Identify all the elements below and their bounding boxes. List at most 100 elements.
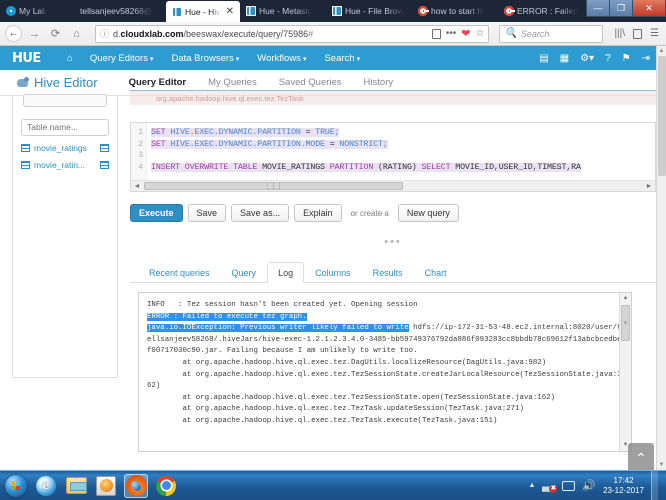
log-stack-line: at org.apache.hadoop.hive.ql.exec.tez.Te… — [147, 370, 622, 391]
tab-query-editor[interactable]: Query Editor — [118, 77, 198, 88]
tab-columns[interactable]: Columns — [304, 262, 362, 283]
nav-query-editors[interactable]: Query Editors ▾ — [81, 53, 163, 64]
library-icon[interactable]: |||\ — [614, 28, 625, 39]
minimize-button[interactable]: — — [586, 0, 610, 17]
scrollbar-thumb[interactable]: ⋮⋮⋮ — [144, 182, 403, 190]
jobs-icon[interactable]: ▦ — [560, 53, 569, 64]
chrome-icon — [156, 475, 176, 496]
nav-workflows[interactable]: Workflows ▾ — [248, 53, 315, 64]
log-line-error: ERROR : Failed to execute tez graph. — [147, 312, 307, 321]
tab-recent-queries[interactable]: Recent queries — [138, 262, 221, 283]
scrollbar-thumb[interactable]: ≡ — [621, 305, 630, 341]
browser-tab-hue-metastore[interactable]: Hue - Metasto — [240, 0, 326, 22]
notification-flag-icon[interactable]: ⚑ — [622, 53, 631, 64]
nav-search[interactable]: Search ▾ — [315, 53, 369, 64]
close-window-button[interactable]: ✕ — [632, 0, 666, 17]
save-button[interactable]: Save — [187, 204, 227, 222]
scroll-up-icon[interactable]: ▲ — [657, 46, 666, 56]
close-icon[interactable]: ✕ — [226, 6, 234, 17]
tab-log[interactable]: Log — [267, 262, 305, 283]
explain-button[interactable]: Explain — [294, 204, 342, 222]
browser-tab-error-failed[interactable]: ERROR : Failed — [498, 0, 584, 22]
document-icon[interactable]: ▤ — [539, 53, 548, 64]
browser-tab-how-to-start-hive[interactable]: how to start hi — [412, 0, 498, 22]
clock[interactable]: 17:42 23-12-2017 — [603, 476, 644, 494]
start-button[interactable] — [4, 474, 28, 498]
browser-tab-strip: My Lab tellsanjeev58268@i Hue - Hive ✕ H… — [0, 0, 666, 22]
tab-my-queries[interactable]: My Queries — [197, 77, 268, 88]
main-content: org.apache.hadoop.hive.ql.exec.tez.TezTa… — [130, 90, 656, 452]
log-vertical-scrollbar[interactable]: ▲ ≡ ▼ — [619, 293, 631, 451]
scroll-up-icon[interactable]: ▲ — [620, 293, 631, 304]
nav-data-browsers[interactable]: Data Browsers ▾ — [162, 53, 248, 64]
hue-nav-right-icons: ▤ ▦ ⚙▾ ? ⚑ ⇥ — [539, 53, 666, 64]
tab-history[interactable]: History — [353, 77, 405, 88]
resize-handle[interactable]: ••• — [130, 236, 656, 248]
forward-icon[interactable]: → — [26, 25, 43, 42]
site-info-icon[interactable]: ⓘ — [100, 27, 109, 40]
scroll-down-icon[interactable]: ▼ — [657, 460, 666, 470]
taskbar-file-explorer[interactable] — [64, 474, 88, 498]
columns-icon[interactable] — [100, 160, 109, 169]
page-scrollbar[interactable]: ▲ ▼ — [656, 46, 666, 470]
scroll-left-icon[interactable]: ◄ — [131, 183, 143, 190]
reload-icon[interactable]: ⟳ — [47, 25, 64, 42]
maximize-button[interactable]: ❐ — [609, 0, 633, 17]
columns-icon[interactable] — [100, 143, 109, 152]
tab-chart[interactable]: Chart — [414, 262, 458, 283]
menu-icon[interactable]: ☰ — [650, 28, 659, 39]
home-icon[interactable]: ⌂ — [59, 53, 81, 64]
bookmark-star-icon[interactable]: ☆ — [475, 28, 484, 39]
taskbar-chrome[interactable] — [154, 474, 178, 498]
line-number: 4 — [138, 162, 143, 172]
list-item[interactable]: movie_ratin... — [21, 160, 109, 170]
taskbar-internet-explorer[interactable] — [34, 474, 58, 498]
network-error-icon[interactable] — [542, 479, 558, 493]
browser-tab-gmail[interactable]: tellsanjeev58268@i — [74, 0, 166, 22]
reader-view-icon[interactable] — [431, 28, 441, 39]
logout-icon[interactable]: ⇥ — [642, 53, 650, 64]
settings-gear-icon[interactable]: ⚙▾ — [580, 53, 594, 64]
tab-query[interactable]: Query — [221, 262, 268, 283]
list-item[interactable]: movie_ratings — [21, 143, 109, 153]
table-filter-input[interactable] — [21, 118, 109, 136]
sql-editor[interactable]: 1 2 3 4 SET HIVE.EXEC.DYNAMIC.PARTITION … — [130, 122, 656, 192]
new-query-button[interactable]: New query — [397, 204, 459, 222]
or-create-label: or create a — [350, 208, 389, 218]
media-player-icon — [96, 475, 116, 496]
volume-icon[interactable]: 🔊 — [582, 479, 596, 492]
address-bar[interactable]: ⓘ d.cloudxlab.com/beeswax/execute/query/… — [95, 24, 490, 43]
home-icon[interactable]: ⌂ — [68, 25, 85, 42]
back-to-top-button[interactable]: ⌃ — [628, 443, 654, 473]
execute-button[interactable]: Execute — [130, 204, 183, 222]
query-action-buttons: Execute Save Save as... Explain or creat… — [130, 204, 656, 222]
help-icon[interactable]: ? — [605, 53, 611, 64]
save-as-button[interactable]: Save as... — [231, 204, 290, 222]
log-stack-line: at org.apache.hadoop.hive.ql.exec.tez.Te… — [147, 405, 524, 414]
browser-tab-hue-filebrowser[interactable]: Hue - File Brow — [326, 0, 412, 22]
browser-tab-my-lab[interactable]: My Lab — [0, 0, 74, 22]
taskbar-firefox[interactable] — [124, 473, 148, 498]
monitor-icon[interactable] — [562, 480, 576, 491]
browser-tab-hue-hive[interactable]: Hue - Hive ✕ — [166, 1, 240, 22]
url-text: d.cloudxlab.com/beeswax/execute/query/75… — [113, 28, 314, 39]
page-actions-icon[interactable]: ••• — [446, 28, 457, 39]
hue-icon — [246, 6, 256, 16]
tab-results[interactable]: Results — [362, 262, 414, 283]
tab-saved-queries[interactable]: Saved Queries — [268, 77, 353, 88]
hue-logo[interactable]: ᕼUE — [12, 51, 41, 66]
tray-expand-icon[interactable]: ▲ — [528, 482, 535, 489]
log-output-panel[interactable]: INFO : Tez session hasn't been created y… — [138, 292, 632, 452]
pocket-icon[interactable]: ❤ — [461, 27, 470, 40]
scroll-right-icon[interactable]: ► — [643, 183, 655, 190]
browser-search-box[interactable]: 🔍 Search — [499, 24, 604, 43]
show-desktop-button[interactable] — [651, 470, 658, 500]
code-token: = — [300, 128, 316, 137]
search-icon: 🔍 — [504, 28, 517, 39]
sidebar-icon[interactable] — [633, 28, 643, 39]
database-selector[interactable] — [23, 94, 107, 107]
scrollbar-thumb[interactable] — [658, 56, 666, 176]
taskbar-media-player[interactable] — [94, 474, 118, 498]
editor-horizontal-scrollbar[interactable]: ◄ ⋮⋮⋮ ► — [131, 180, 655, 191]
back-icon[interactable]: ← — [5, 25, 22, 42]
